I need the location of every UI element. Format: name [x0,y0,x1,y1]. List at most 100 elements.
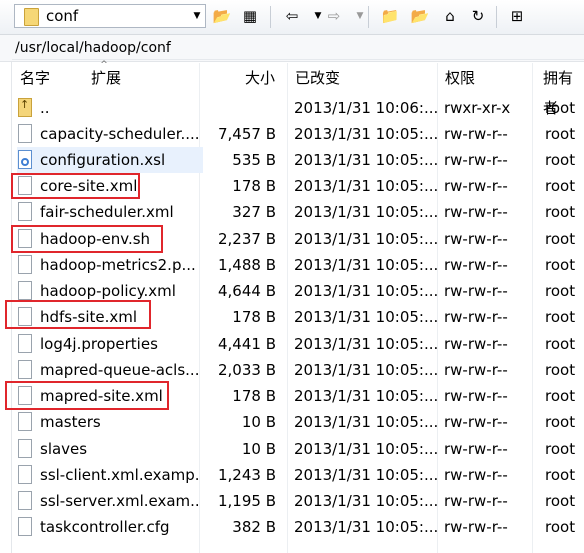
column-header-modified[interactable]: 已改变 [295,63,340,93]
file-name: fair-scheduler.xml [40,203,174,221]
file-size: 535 B [232,151,276,169]
file-permissions: rwxr-xr-x [444,99,511,117]
filter-icon[interactable]: ▦ [239,6,261,27]
file-size: 4,644 B [217,282,276,300]
file-icon [18,360,32,379]
file-name: .. [40,99,50,117]
xsl-file-icon [18,150,32,169]
column-header-extension[interactable]: 扩展 [91,63,121,93]
file-modified: 2013/1/31 10:05:... [294,125,439,143]
file-row[interactable]: mapred-queue-acls... 2,033 B 2013/1/31 1… [12,357,584,383]
file-owner: root [545,361,576,379]
folder-icon [24,8,39,26]
up-folder-icon[interactable]: 📁 [379,6,401,27]
file-modified: 2013/1/31 10:05:... [294,203,439,221]
file-permissions: rw-rw-r-- [444,256,508,274]
forward-arrow-icon[interactable]: ⇨ [323,6,345,27]
parent-folder-icon [18,98,32,117]
refresh-icon[interactable]: ↻ [467,6,489,27]
column-header-name[interactable]: 名字 [20,63,50,93]
file-modified: 2013/1/31 10:05:... [294,518,439,536]
file-name: log4j.properties [40,335,158,353]
file-row[interactable]: capacity-scheduler.... 7,457 B 2013/1/31… [12,121,584,147]
folder-icon[interactable]: 📂 [409,6,431,27]
file-size: 10 B [241,440,276,458]
file-size: 382 B [232,518,276,536]
file-icon [18,202,32,221]
file-icon [18,281,32,300]
file-modified: 2013/1/31 10:05:... [294,230,439,248]
toolbar-separator [496,6,497,28]
file-permissions: rw-rw-r-- [444,151,508,169]
file-owner: root [545,308,576,326]
toolbar-separator [368,6,369,28]
file-size: 1,243 B [217,466,276,484]
file-size: 1,488 B [217,256,276,274]
file-permissions: rw-rw-r-- [444,230,508,248]
file-row[interactable]: log4j.properties 4,441 B 2013/1/31 10:05… [12,331,584,357]
home-icon[interactable]: ⌂ [439,6,461,27]
file-name: hadoop-policy.xml [40,282,176,300]
file-size: 178 B [232,387,276,405]
file-name: taskcontroller.cfg [40,518,170,536]
file-owner: root [545,230,576,248]
file-size: 7,457 B [217,125,276,143]
chevron-down-icon[interactable]: ▼ [191,7,203,25]
file-row-parent[interactable]: .. 2013/1/31 10:06:... rwxr-xr-x root [12,95,584,121]
toolbar-separator [270,6,271,28]
file-row[interactable]: slaves 10 B 2013/1/31 10:05:... rw-rw-r-… [12,436,584,462]
file-row-selected[interactable]: configuration.xsl 535 B 2013/1/31 10:05:… [12,147,584,173]
address-bar[interactable]: /usr/local/hadoop/conf [0,35,584,62]
file-owner: root [545,99,576,117]
file-permissions: rw-rw-r-- [444,466,508,484]
file-permissions: rw-rw-r-- [444,177,508,195]
file-icon [18,465,32,484]
file-permissions: rw-rw-r-- [444,335,508,353]
file-owner: root [545,125,576,143]
path-dropdown[interactable]: conf ▼ [14,4,206,28]
file-size: 2,237 B [217,230,276,248]
file-permissions: rw-rw-r-- [444,361,508,379]
file-size: 327 B [232,203,276,221]
file-modified: 2013/1/31 10:05:... [294,492,439,510]
file-name: ssl-server.xml.exam... [40,492,198,510]
file-icon [18,334,32,353]
toolbar: conf ▼ 📂 ▦ ⇦ ▼ ⇨ ▼ 📁 📂 ⌂ ↻ ⊞ [0,0,584,35]
file-name: slaves [40,440,88,458]
file-permissions: rw-rw-r-- [444,492,508,510]
column-header-size[interactable]: 大小 [245,63,275,93]
file-name: masters [40,413,101,431]
file-modified: 2013/1/31 10:05:... [294,440,439,458]
file-owner: root [545,413,576,431]
path-dropdown-value: conf [46,7,79,25]
file-owner: root [545,151,576,169]
file-row[interactable]: masters 10 B 2013/1/31 10:05:... rw-rw-r… [12,409,584,435]
file-row[interactable]: hadoop-metrics2.p... 1,488 B 2013/1/31 1… [12,252,584,278]
highlight-mapred-site [5,381,169,410]
file-permissions: rw-rw-r-- [444,518,508,536]
file-permissions: rw-rw-r-- [444,282,508,300]
file-owner: root [545,335,576,353]
file-row[interactable]: fair-scheduler.xml 327 B 2013/1/31 10:05… [12,199,584,225]
file-row[interactable]: taskcontroller.cfg 382 B 2013/1/31 10:05… [12,514,584,540]
file-modified: 2013/1/31 10:05:... [294,151,439,169]
file-size: 4,441 B [217,335,276,353]
back-arrow-icon[interactable]: ⇦ [281,6,303,27]
column-header-permissions[interactable]: 权限 [445,63,475,93]
file-size: 1,195 B [217,492,276,510]
file-size: 178 B [232,308,276,326]
column-header-owner[interactable]: 拥有者 [543,63,584,117]
file-owner: root [545,492,576,510]
file-modified: 2013/1/31 10:05:... [294,387,439,405]
file-modified: 2013/1/31 10:05:... [294,256,439,274]
file-permissions: rw-rw-r-- [444,308,508,326]
highlight-hadoop-env [11,225,163,253]
file-row[interactable]: ssl-server.xml.exam... 1,195 B 2013/1/31… [12,488,584,514]
open-folder-icon[interactable]: 📂 [211,6,233,27]
file-modified: 2013/1/31 10:06:... [294,99,439,117]
file-icon [18,517,32,536]
file-size: 10 B [241,413,276,431]
file-owner: root [545,282,576,300]
file-row[interactable]: ssl-client.xml.examp... 1,243 B 2013/1/3… [12,462,584,488]
tree-icon[interactable]: ⊞ [506,6,528,27]
